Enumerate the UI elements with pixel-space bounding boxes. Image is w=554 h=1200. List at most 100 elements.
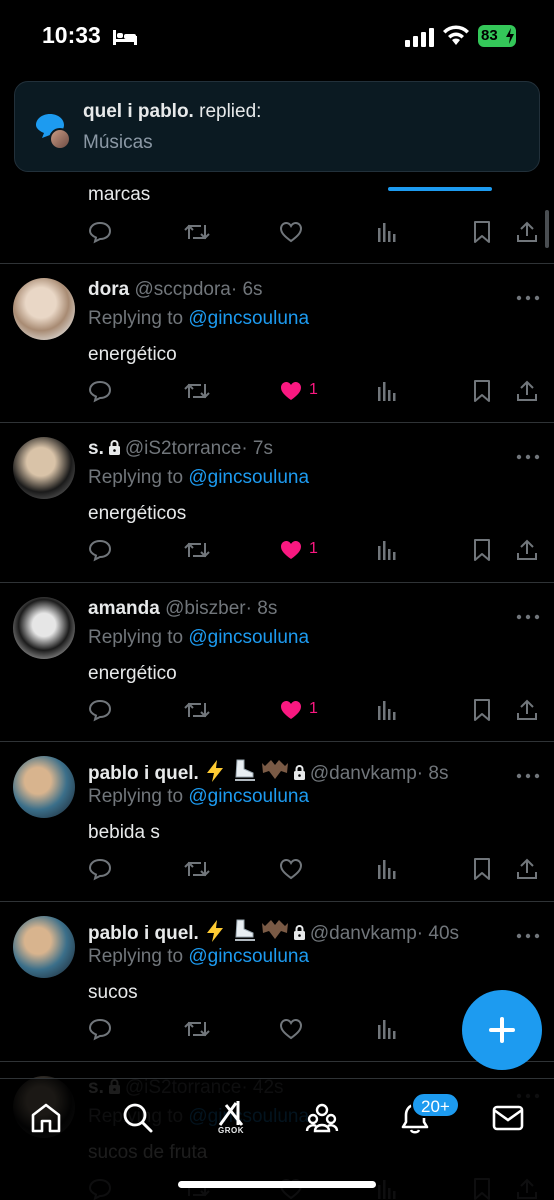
- views-icon[interactable]: [376, 220, 398, 246]
- like-icon[interactable]: [279, 857, 303, 883]
- communities-icon[interactable]: [305, 1101, 339, 1135]
- more-options-icon[interactable]: [516, 288, 540, 301]
- like-count: 1: [309, 700, 318, 717]
- like-icon[interactable]: [279, 538, 303, 564]
- user-handle[interactable]: @biszber: [165, 598, 246, 619]
- share-icon[interactable]: [515, 857, 539, 883]
- notifications-badge: 20+: [411, 1092, 460, 1118]
- tweet-partial[interactable]: marcas: [0, 172, 554, 264]
- reply-icon[interactable]: [88, 857, 112, 883]
- tweet-text: energético: [88, 663, 177, 684]
- share-icon[interactable]: [515, 538, 539, 564]
- share-icon[interactable]: [515, 698, 539, 724]
- reply-icon[interactable]: [88, 538, 112, 564]
- user-handle[interactable]: @iS2torrance: [125, 438, 241, 459]
- home-icon[interactable]: [29, 1101, 63, 1135]
- more-options-icon[interactable]: [516, 447, 540, 460]
- like-icon[interactable]: [279, 1017, 303, 1043]
- display-name[interactable]: pablo i quel.: [88, 923, 199, 944]
- share-icon[interactable]: [515, 379, 539, 405]
- protected-lock-icon: [293, 925, 305, 940]
- replying-to-link[interactable]: @gincsouluna: [188, 786, 309, 807]
- replying-to-label: Replying to: [88, 467, 189, 488]
- reply-icon[interactable]: [88, 379, 112, 405]
- user-handle[interactable]: @danvkamp: [310, 763, 417, 784]
- bookmark-icon[interactable]: [472, 220, 492, 246]
- tweet[interactable]: s. @iS2torrance· 7s Replying to @gincsoulu…: [0, 423, 554, 583]
- notification-subtitle: Músicas: [83, 132, 153, 153]
- scrollbar[interactable]: [545, 210, 549, 248]
- cellular-signal-icon: [405, 28, 434, 47]
- replying-to: Replying to @gincsouluna: [88, 627, 309, 649]
- user-handle[interactable]: @sccpdora: [134, 279, 230, 300]
- tweet-header: amanda @biszber· 8s: [88, 598, 277, 620]
- reply-icon[interactable]: [88, 220, 112, 246]
- ice-skate-emoji-icon: [234, 919, 255, 941]
- retweet-icon[interactable]: [184, 220, 210, 246]
- views-icon[interactable]: [376, 698, 398, 724]
- replying-to-link[interactable]: @gincsouluna: [188, 627, 309, 648]
- ice-skate-emoji-icon: [234, 759, 255, 781]
- reply-icon[interactable]: [88, 698, 112, 724]
- compose-button[interactable]: [462, 990, 542, 1070]
- tweet[interactable]: amanda @biszber· 8s Replying to @gincsoul…: [0, 583, 554, 742]
- avatar[interactable]: [13, 278, 75, 340]
- views-icon[interactable]: [376, 538, 398, 564]
- user-handle[interactable]: @danvkamp: [310, 923, 417, 944]
- replying-to-label: Replying to: [88, 786, 189, 807]
- battery-indicator: 83: [478, 25, 516, 47]
- replying-to-link[interactable]: @gincsouluna: [188, 946, 309, 967]
- messages-envelope-icon[interactable]: [491, 1101, 525, 1135]
- display-name[interactable]: s.: [88, 438, 104, 459]
- avatar[interactable]: [13, 597, 75, 659]
- tweet-text: bebida s: [88, 822, 160, 843]
- views-icon[interactable]: [376, 857, 398, 883]
- bookmark-icon[interactable]: [472, 857, 492, 883]
- more-options-icon[interactable]: [516, 766, 540, 779]
- reply-notification-banner[interactable]: quel i pablo. replied: Músicas: [14, 81, 540, 172]
- search-icon[interactable]: [121, 1101, 155, 1135]
- grok-label: GROK: [218, 1126, 244, 1135]
- avatar[interactable]: [13, 916, 75, 978]
- wifi-icon: [443, 25, 469, 45]
- avatar[interactable]: [13, 756, 75, 818]
- display-name[interactable]: pablo i quel.: [88, 763, 199, 784]
- like-icon[interactable]: [279, 220, 303, 246]
- tweet-time: · 40s: [416, 923, 460, 944]
- tweet[interactable]: dora @sccpdora· 6s Replying to @gincsoulu…: [0, 264, 554, 423]
- bookmark-icon[interactable]: [472, 538, 492, 564]
- retweet-icon[interactable]: [184, 379, 210, 405]
- tweet[interactable]: pablo i quel. @danvkamp· 8s Replying to @g…: [0, 742, 554, 902]
- status-time: 10:33: [42, 22, 101, 48]
- views-icon[interactable]: [376, 1017, 398, 1043]
- retweet-icon[interactable]: [184, 538, 210, 564]
- display-name[interactable]: amanda: [88, 598, 160, 619]
- more-options-icon[interactable]: [516, 926, 540, 939]
- bookmark-icon[interactable]: [472, 698, 492, 724]
- replying-to-label: Replying to: [88, 627, 189, 648]
- tweet-text: marcas: [88, 184, 151, 205]
- like-icon[interactable]: [279, 379, 303, 405]
- tweet-header: s. @iS2torrance· 7s: [88, 438, 273, 460]
- bat-emoji-icon: [261, 760, 288, 779]
- views-icon[interactable]: [376, 379, 398, 405]
- notification-title: quel i pablo. replied:: [83, 101, 261, 123]
- reply-icon[interactable]: [88, 1017, 112, 1043]
- retweet-icon[interactable]: [184, 1017, 210, 1043]
- tweet-time: · 8s: [245, 598, 278, 619]
- replying-to-label: Replying to: [88, 308, 189, 329]
- avatar[interactable]: [13, 437, 75, 499]
- home-indicator[interactable]: [178, 1181, 376, 1188]
- tweet-header: dora @sccpdora· 6s: [88, 279, 263, 301]
- share-icon[interactable]: [515, 220, 539, 246]
- replying-to-link[interactable]: @gincsouluna: [188, 308, 309, 329]
- retweet-icon[interactable]: [184, 857, 210, 883]
- like-icon[interactable]: [279, 698, 303, 724]
- more-options-icon[interactable]: [516, 607, 540, 620]
- bookmark-icon[interactable]: [472, 379, 492, 405]
- display-name[interactable]: dora: [88, 279, 129, 300]
- battery-level: 83: [481, 27, 498, 44]
- retweet-icon[interactable]: [184, 698, 210, 724]
- notification-action: replied:: [193, 101, 262, 122]
- replying-to-link[interactable]: @gincsouluna: [188, 467, 309, 488]
